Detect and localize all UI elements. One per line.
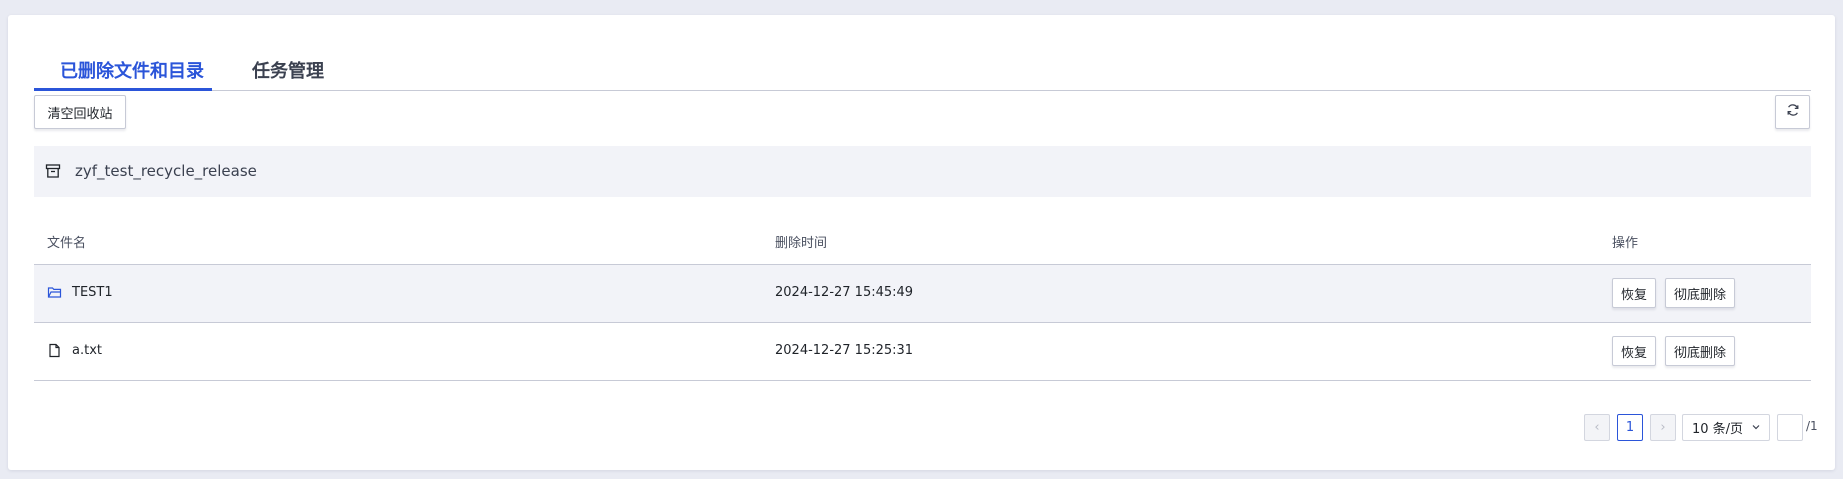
file-icon <box>47 343 62 358</box>
tab-task-management[interactable]: 任务管理 <box>252 57 324 83</box>
deleted-time: 2024-12-27 15:25:31 <box>775 343 914 358</box>
bucket-name: zyf_test_recycle_release <box>75 162 257 180</box>
active-tab-indicator <box>34 88 212 91</box>
refresh-icon <box>1786 103 1800 121</box>
permanent-delete-button[interactable]: 彻底删除 <box>1665 278 1735 308</box>
permanent-delete-button[interactable]: 彻底删除 <box>1665 336 1735 366</box>
column-header-filename: 文件名 <box>47 236 87 251</box>
file-name[interactable]: TEST1 <box>72 285 113 300</box>
table-row[interactable]: TEST1 2024-12-27 15:45:49 恢复 彻底删除 <box>34 265 1811 323</box>
bucket-bar: zyf_test_recycle_release <box>34 146 1811 197</box>
deleted-time: 2024-12-27 15:45:49 <box>775 285 914 300</box>
restore-button[interactable]: 恢复 <box>1612 278 1656 308</box>
page-size-select[interactable]: 10 条/页 <box>1682 414 1770 441</box>
next-page-button[interactable]: › <box>1650 414 1676 441</box>
file-name-cell: a.txt <box>47 343 102 358</box>
archive-box-icon <box>45 163 61 183</box>
table-header: 文件名 删除时间 操作 <box>34 230 1811 265</box>
page-size-value: 10 条/页 <box>1692 422 1744 437</box>
tab-bar: 已删除文件和目录 任务管理 <box>34 39 1811 91</box>
page-jump-input[interactable] <box>1777 414 1803 441</box>
table-row[interactable]: a.txt 2024-12-27 15:25:31 恢复 彻底删除 <box>34 323 1811 381</box>
folder-icon <box>47 285 62 300</box>
page-number-current[interactable]: 1 <box>1617 414 1643 441</box>
restore-button[interactable]: 恢复 <box>1612 336 1656 366</box>
recycle-bin-panel: 已删除文件和目录 任务管理 清空回收站 zyf_test_recycle_rel… <box>8 15 1835 470</box>
column-header-actions: 操作 <box>1612 236 1639 251</box>
total-pages: /1 <box>1806 419 1818 433</box>
prev-page-button[interactable]: ‹ <box>1584 414 1610 441</box>
column-header-deleted-time: 删除时间 <box>775 236 828 251</box>
file-name-cell: TEST1 <box>47 285 113 300</box>
clear-recycle-bin-button[interactable]: 清空回收站 <box>34 95 126 129</box>
tab-deleted-files[interactable]: 已删除文件和目录 <box>60 57 204 83</box>
file-name[interactable]: a.txt <box>72 343 102 358</box>
refresh-button[interactable] <box>1775 95 1810 129</box>
chevron-down-icon <box>1751 421 1761 436</box>
